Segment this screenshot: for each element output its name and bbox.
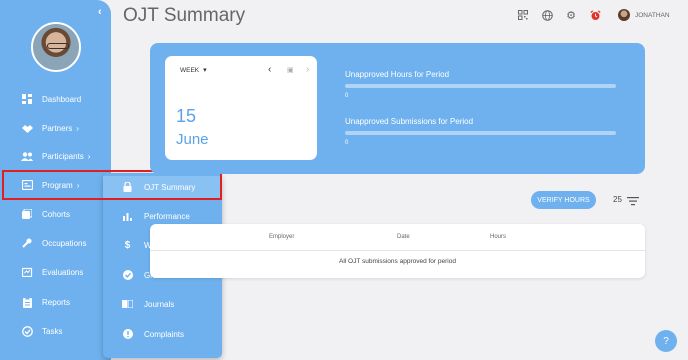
- sidebar-item-label: Program: [42, 180, 73, 190]
- chevron-right-icon: ›: [87, 151, 91, 161]
- sidebar-item-reports[interactable]: Reports: [0, 291, 111, 313]
- evaluations-icon: [21, 266, 33, 278]
- sidebar-item-evaluations[interactable]: Evaluations: [0, 261, 111, 283]
- unapproved-submissions-label: Unapproved Submissions for Period: [345, 117, 474, 126]
- user-menu[interactable]: JONATHAN: [614, 6, 676, 24]
- journal-icon: [122, 299, 133, 310]
- user-name: JONATHAN: [635, 11, 670, 19]
- avatar[interactable]: [31, 22, 81, 72]
- chevron-down-icon: ▾: [203, 67, 207, 74]
- page-title: OJT Summary: [123, 5, 246, 26]
- sidebar-item-label: Reports: [42, 297, 71, 307]
- sidebar-item-participants[interactable]: Participants ›: [0, 145, 111, 167]
- column-header-date[interactable]: Date: [397, 234, 410, 240]
- selected-day: 15: [176, 106, 197, 126]
- sidebar-item-label: Partners: [42, 123, 73, 133]
- submenu-item-label: OJT Summary: [144, 182, 196, 192]
- clipboard-icon: [21, 296, 33, 308]
- dollar-icon: $: [124, 239, 131, 251]
- sidebar-item-tasks[interactable]: Tasks: [0, 320, 111, 342]
- sidebar-item-label: Evaluations: [42, 267, 84, 277]
- collapse-sidebar-button[interactable]: ‹: [98, 6, 102, 18]
- help-button[interactable]: ?: [655, 330, 677, 352]
- sidebar-item-partners[interactable]: Partners ›: [0, 117, 111, 139]
- calendar-icon[interactable]: ▣: [287, 66, 294, 74]
- unapproved-hours-bar: [345, 84, 616, 88]
- check-badge-icon: [122, 270, 133, 281]
- submenu-item-label: Journals: [144, 299, 175, 309]
- submenu-item-journals[interactable]: Journals: [103, 293, 222, 315]
- sidebar-item-label: Participants: [42, 151, 84, 161]
- sidebar-item-label: Dashboard: [42, 94, 82, 104]
- column-header-employer[interactable]: Employer: [269, 234, 294, 240]
- period-value: WEEK: [180, 67, 200, 74]
- verify-hours-button[interactable]: VERIFY HOURS: [531, 191, 596, 209]
- summary-panel: WEEK ▾ ‹ ▣ › 15 June Unapproved Hours for…: [150, 43, 645, 174]
- unapproved-submissions-bar: [345, 131, 616, 135]
- chevron-right-icon: ›: [76, 180, 80, 190]
- wrench-icon: [21, 237, 33, 249]
- sidebar-item-occupations[interactable]: Occupations: [0, 232, 111, 254]
- globe-icon[interactable]: [541, 9, 553, 21]
- lock-icon: [122, 182, 133, 193]
- table-divider: [150, 250, 645, 251]
- submenu-item-label: Performance: [144, 211, 190, 221]
- submenu-item-complaints[interactable]: Complaints: [103, 323, 222, 345]
- empty-table-message: All OJT submissions approved for period: [339, 258, 456, 265]
- page-size-select[interactable]: 25: [613, 195, 622, 204]
- alert-icon: [122, 329, 133, 340]
- previous-period-button[interactable]: ‹: [268, 64, 271, 75]
- filter-icon[interactable]: [627, 193, 639, 206]
- bar-chart-icon: [122, 211, 133, 222]
- unapproved-submissions-value: 0: [345, 140, 349, 146]
- sidebar-item-label: Tasks: [42, 326, 63, 336]
- sidebar-item-program[interactable]: Program ›: [0, 174, 111, 196]
- dashboard-icon: [21, 93, 33, 105]
- sidebar: ‹ Dashboard Partners › Participants › Prog…: [0, 0, 111, 360]
- sidebar-item-label: Cohorts: [42, 209, 71, 219]
- cohorts-icon: [21, 208, 33, 220]
- sidebar-item-label: Occupations: [42, 238, 87, 248]
- submenu-item-ojt-summary[interactable]: OJT Summary: [103, 176, 222, 198]
- submissions-table: Employer Date Hours All OJT submissions …: [150, 224, 645, 278]
- submenu-item-label: Complaints: [144, 329, 185, 339]
- people-icon: [21, 150, 33, 162]
- date-card: WEEK ▾ ‹ ▣ › 15 June: [165, 56, 317, 160]
- sidebar-item-cohorts[interactable]: Cohorts: [0, 203, 111, 225]
- chevron-right-icon: ›: [76, 123, 79, 133]
- gear-icon[interactable]: ⚙: [565, 9, 577, 22]
- user-avatar: [618, 9, 630, 21]
- alarm-icon[interactable]: [589, 9, 601, 21]
- period-select[interactable]: WEEK ▾: [180, 66, 207, 74]
- next-period-button[interactable]: ›: [306, 64, 309, 75]
- column-header-hours[interactable]: Hours: [490, 234, 506, 240]
- help-icon: ?: [663, 335, 669, 347]
- selected-month: June: [176, 131, 209, 148]
- qr-code-icon[interactable]: [517, 9, 529, 21]
- unapproved-hours-label: Unapproved Hours for Period: [345, 70, 450, 79]
- unapproved-hours-value: 0: [345, 93, 349, 99]
- handshake-icon: [21, 122, 33, 134]
- program-icon: [21, 179, 33, 191]
- sidebar-item-dashboard[interactable]: Dashboard: [0, 88, 111, 110]
- check-circle-icon: [21, 325, 33, 337]
